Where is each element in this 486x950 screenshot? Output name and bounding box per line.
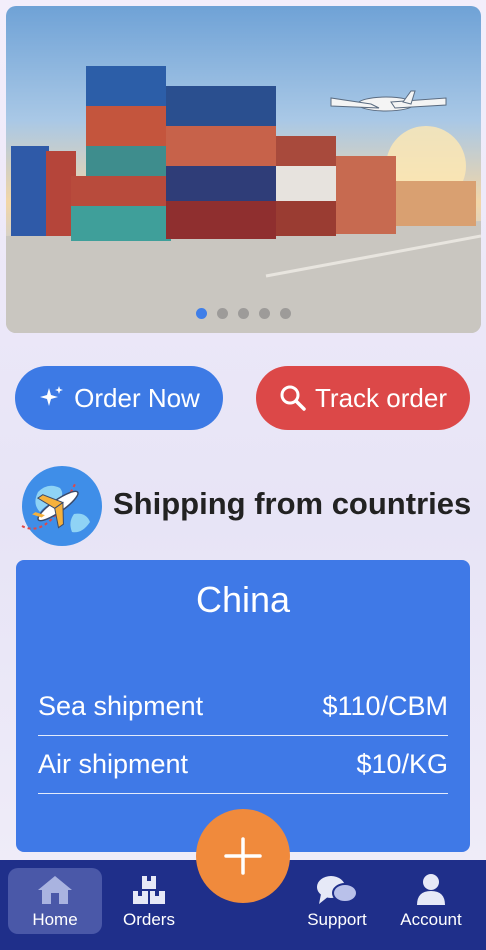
- rate-value: $110/CBM: [322, 691, 448, 721]
- add-fab-button[interactable]: [196, 809, 290, 903]
- hero-image: [6, 66, 481, 333]
- nav-label: Orders: [123, 910, 175, 929]
- rate-row: Air shipment $10/KG: [38, 736, 448, 794]
- nav-label: Home: [32, 910, 78, 929]
- nav-item-account[interactable]: Account: [384, 868, 478, 934]
- order-now-label: Order Now: [74, 382, 200, 413]
- carousel-dot[interactable]: [280, 308, 291, 319]
- sparkle-icon: [40, 386, 64, 406]
- boxes-icon: [133, 876, 165, 904]
- chat-icon: [317, 876, 358, 904]
- globe-plane-icon: [21, 466, 102, 546]
- home-icon: [38, 876, 72, 904]
- section-title: Shipping from countries: [113, 486, 472, 521]
- carousel-indicators: [6, 308, 481, 319]
- nav-item-home[interactable]: Home: [8, 868, 102, 934]
- search-icon: [280, 385, 306, 411]
- carousel-dot[interactable]: [217, 308, 228, 319]
- track-order-label: Track order: [315, 382, 447, 413]
- rate-label: Sea shipment: [38, 691, 204, 721]
- order-now-button[interactable]: Order Now: [15, 366, 223, 430]
- nav-label: Account: [400, 910, 462, 929]
- plus-icon: [224, 837, 262, 875]
- carousel-dot[interactable]: [259, 308, 270, 319]
- nav-item-support[interactable]: Support: [290, 868, 384, 934]
- hero-banner[interactable]: [6, 6, 481, 333]
- rate-label: Air shipment: [38, 749, 189, 779]
- track-order-button[interactable]: Track order: [256, 366, 470, 430]
- rate-value: $10/KG: [356, 749, 448, 779]
- carousel-dot[interactable]: [238, 308, 249, 319]
- nav-item-orders[interactable]: Orders: [102, 868, 196, 934]
- user-icon: [417, 874, 445, 905]
- nav-label: Support: [307, 910, 367, 929]
- country-name: China: [195, 579, 291, 620]
- carousel-dot[interactable]: [196, 308, 207, 319]
- rate-row: Sea shipment $110/CBM: [38, 678, 448, 736]
